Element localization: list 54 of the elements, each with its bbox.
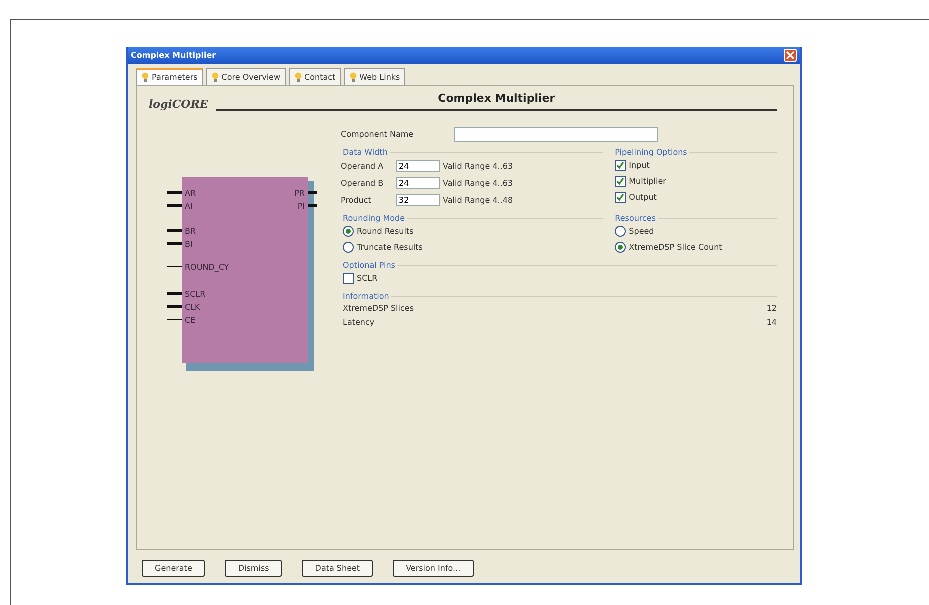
checkbox[interactable] (615, 176, 626, 187)
checkbox[interactable] (615, 192, 626, 203)
bulb-icon (210, 72, 220, 82)
checkbox[interactable] (615, 160, 626, 171)
group-title: Rounding Mode (342, 214, 406, 223)
dialog-button[interactable]: Version Info... (393, 560, 474, 577)
field-label: Product (341, 196, 372, 204)
checkbox-option[interactable]: Multiplier (613, 176, 777, 187)
component-name-field[interactable] (454, 127, 658, 142)
group-title: Pipelining Options (614, 148, 688, 157)
close-button[interactable] (784, 49, 797, 62)
tab[interactable]: Core Overview (206, 68, 286, 85)
checkbox-option[interactable]: SCLR (341, 273, 777, 284)
radio-button[interactable] (343, 226, 354, 237)
bulb-icon (294, 72, 303, 82)
tab[interactable]: Contact (288, 68, 341, 85)
radio-button[interactable] (615, 226, 626, 237)
tab[interactable]: Parameters (136, 68, 203, 85)
close-icon (786, 51, 795, 60)
radio-option[interactable]: Round Results (341, 226, 604, 237)
bulb-icon (348, 72, 358, 82)
bulb-icon (141, 72, 150, 83)
radio-option[interactable]: XtremeDSP Slice Count (613, 242, 777, 253)
logo: logiCORE (149, 98, 208, 111)
field-label: Operand B (341, 178, 385, 188)
range-text: Valid Range 4..63 (443, 178, 514, 188)
group-title: Optional Pins (342, 261, 396, 270)
info-value: 14 (766, 318, 777, 327)
checkbox[interactable] (343, 273, 354, 284)
radio-button[interactable] (615, 242, 626, 253)
radio-option[interactable]: Speed (613, 226, 777, 237)
field-label: Operand A (341, 162, 385, 170)
radio-option[interactable]: Truncate Results (341, 242, 604, 253)
info-label: XtremeDSP Slices (343, 304, 414, 313)
info-value: 12 (766, 304, 777, 313)
dialog-button[interactable]: Data Sheet (302, 560, 374, 577)
radio-button[interactable] (343, 242, 354, 253)
window-title: Complex Multiplier (131, 51, 216, 60)
range-text: Valid Range 4..63 (443, 162, 514, 170)
dialog-button[interactable]: Generate (142, 560, 206, 577)
width-field[interactable]: 24 (396, 177, 440, 189)
group-title: Resources (614, 214, 658, 223)
group-title: Information (342, 292, 390, 301)
group-title: Data Width (342, 148, 389, 157)
panel-heading: Complex Multiplier (438, 92, 556, 105)
width-field[interactable]: 24 (396, 160, 440, 172)
range-text: Valid Range 4..48 (443, 196, 514, 204)
checkbox-option[interactable]: Input (613, 160, 777, 171)
field-label: Component Name (341, 130, 414, 139)
checkbox-option[interactable]: Output (613, 192, 777, 203)
width-field[interactable]: 32 (396, 194, 440, 206)
dialog-button[interactable]: Dismiss (225, 560, 282, 577)
tab[interactable]: Web Links (344, 68, 406, 85)
info-label: Latency (343, 318, 375, 327)
